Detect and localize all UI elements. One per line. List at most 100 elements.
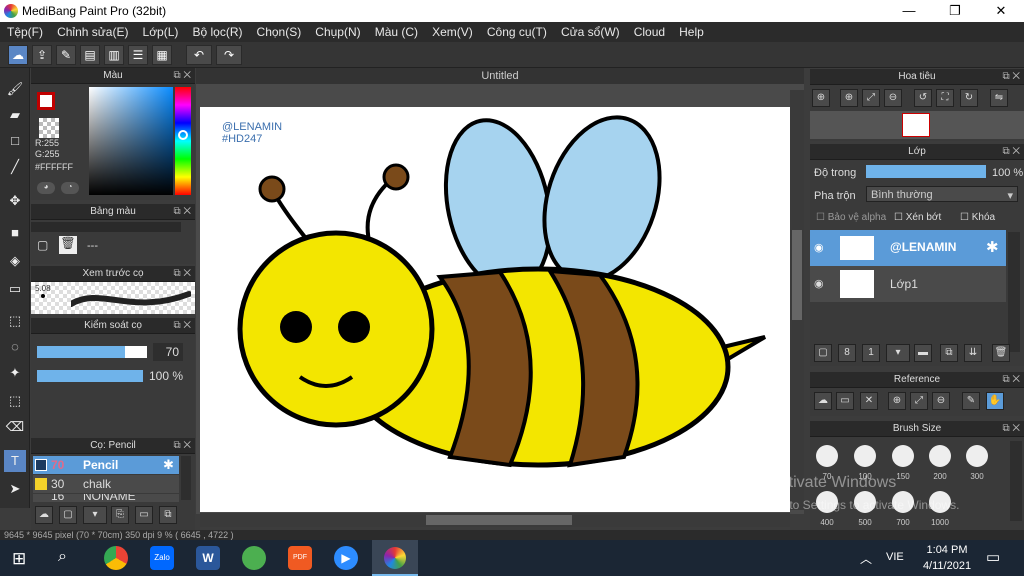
- panel-controls-icon[interactable]: ⧉ ✕: [1002, 69, 1020, 85]
- horizontal-scrollbar[interactable]: [200, 513, 790, 527]
- menu-select[interactable]: Chọn(S): [250, 22, 302, 39]
- duplicate-layer-icon[interactable]: ⧉: [940, 344, 958, 362]
- panel-controls-icon[interactable]: ⧉ ✕: [173, 266, 191, 282]
- brush-list-scrollbar[interactable]: [181, 456, 191, 500]
- panel-controls-icon[interactable]: ⧉ ✕: [173, 318, 191, 334]
- new-layer-icon[interactable]: ▢: [814, 344, 832, 362]
- panel-controls-icon[interactable]: ⧉ ✕: [173, 438, 191, 454]
- menu-view[interactable]: Xem(V): [425, 22, 473, 39]
- size-value[interactable]: 70: [153, 343, 183, 361]
- line-tool-icon[interactable]: ╱: [4, 156, 26, 178]
- brush-item-chalk[interactable]: 30 chalk: [33, 475, 179, 493]
- upload-icon[interactable]: ⇪: [32, 45, 52, 65]
- document-tab[interactable]: Untitled: [196, 68, 804, 85]
- size-slider[interactable]: [37, 346, 147, 358]
- lasso-tool-icon[interactable]: ◌: [4, 336, 26, 358]
- rect-tool-icon[interactable]: □: [4, 130, 26, 152]
- ref-zoom-out-icon[interactable]: ⊖: [932, 392, 950, 410]
- pdf-icon[interactable]: PDF: [288, 546, 312, 570]
- maximize-button[interactable]: ❐: [932, 0, 978, 22]
- menu-color[interactable]: Màu (C): [368, 22, 418, 39]
- panel-controls-icon[interactable]: ⧉ ✕: [1002, 372, 1020, 388]
- rotate-right-icon[interactable]: ↻: [960, 89, 978, 107]
- panel-controls-icon[interactable]: ⧉ ✕: [173, 204, 191, 220]
- hue-slider[interactable]: [175, 87, 191, 195]
- comment-icon[interactable]: ✎: [56, 45, 76, 65]
- flip-icon[interactable]: ⇋: [990, 89, 1008, 107]
- zoom-in-icon[interactable]: ⊕: [840, 89, 858, 107]
- list-icon[interactable]: ☰: [128, 45, 148, 65]
- protect-alpha-checkbox[interactable]: ☐ Bảo vệ alpha: [816, 212, 886, 223]
- merge-layer-icon[interactable]: ⇊: [964, 344, 982, 362]
- brush-tool-icon[interactable]: 🖌: [4, 78, 26, 100]
- operation-tool-icon[interactable]: ➤: [4, 478, 26, 500]
- cloud-icon[interactable]: ☁: [8, 45, 28, 65]
- grid-icon[interactable]: ▦: [152, 45, 172, 65]
- layer-folder-icon[interactable]: ▬: [914, 344, 932, 362]
- undo-icon[interactable]: ↶: [186, 45, 212, 65]
- brush-settings-gear-icon[interactable]: ✱: [163, 457, 174, 473]
- navigator-preview[interactable]: [810, 111, 1024, 139]
- panel-controls-icon[interactable]: ⧉ ✕: [1002, 144, 1020, 160]
- menu-file[interactable]: Tệp(F): [0, 22, 43, 39]
- windows-start-icon[interactable]: ⊞: [12, 549, 26, 569]
- visibility-eye-icon[interactable]: ◉: [814, 277, 824, 290]
- brush-size-preset[interactable]: [892, 445, 914, 467]
- layer-scrollbar[interactable]: [1008, 232, 1020, 352]
- redo-icon[interactable]: ↷: [216, 45, 242, 65]
- layer-opacity-slider[interactable]: [866, 165, 986, 178]
- cloud-reference-icon[interactable]: ☁: [814, 392, 832, 410]
- zoom-meeting-icon[interactable]: ▶: [334, 546, 358, 570]
- palette-scrollbar[interactable]: [31, 222, 181, 232]
- menu-tools[interactable]: Công cụ(T): [480, 22, 547, 39]
- layer-row[interactable]: ◉ Lớp1: [810, 266, 1006, 302]
- brush-size-preset[interactable]: [929, 445, 951, 467]
- brush-size-preset[interactable]: [854, 445, 876, 467]
- layer-settings-gear-icon[interactable]: ✱: [986, 238, 999, 256]
- menu-help[interactable]: Help: [672, 22, 704, 39]
- hand-icon[interactable]: ✋: [986, 392, 1004, 410]
- rotate-left-icon[interactable]: ↺: [914, 89, 932, 107]
- select-tool-icon[interactable]: ⬚: [4, 310, 26, 332]
- saturation-picker[interactable]: [89, 87, 173, 195]
- brush-item-noname[interactable]: 16 NONAME: [33, 494, 179, 502]
- add-layer-menu-icon[interactable]: ▾: [886, 344, 910, 362]
- menu-edit[interactable]: Chỉnh sửa(E): [50, 22, 128, 39]
- layer-row-selected[interactable]: ◉ @LENAMIN ✱: [810, 230, 1006, 266]
- menu-capture[interactable]: Chụp(N): [308, 22, 360, 39]
- gradient-tool-icon[interactable]: ▭: [4, 278, 26, 300]
- brush-size-preset[interactable]: [816, 445, 838, 467]
- brush-size-scrollbar[interactable]: [1010, 441, 1022, 521]
- bucket-tool-icon[interactable]: ◈: [4, 250, 26, 272]
- fill-rect-tool-icon[interactable]: ■: [4, 222, 26, 244]
- new-8bit-layer-icon[interactable]: 8: [838, 344, 856, 362]
- brush-size-preset[interactable]: [966, 445, 988, 467]
- panel-controls-icon[interactable]: ⧉ ✕: [1002, 421, 1020, 437]
- duplicate-icon[interactable]: ⧉: [159, 506, 177, 524]
- delete-palette-icon[interactable]: 🗑: [59, 236, 77, 254]
- zoom-out-icon[interactable]: ⊖: [884, 89, 902, 107]
- close-button[interactable]: ✕: [978, 0, 1024, 22]
- move-tool-icon[interactable]: ✥: [4, 190, 26, 212]
- hue-handle[interactable]: [178, 130, 188, 140]
- eyedropper-icon[interactable]: ◔: [61, 182, 79, 194]
- zalo-icon[interactable]: Zalo: [150, 546, 174, 570]
- text-tool-icon[interactable]: T: [4, 450, 26, 472]
- delete-layer-icon[interactable]: 🗑: [992, 344, 1010, 362]
- open-folder-icon[interactable]: ▭: [836, 392, 854, 410]
- minimize-button[interactable]: —: [886, 0, 932, 22]
- menu-window[interactable]: Cửa sổ(W): [554, 22, 620, 39]
- new-brush-icon[interactable]: ▢: [59, 506, 77, 524]
- visibility-eye-icon[interactable]: ◉: [814, 241, 824, 254]
- notification-icon[interactable]: ▭: [986, 548, 1000, 566]
- menu-layer[interactable]: Lớp(L): [136, 22, 179, 39]
- close-reference-icon[interactable]: ✕: [860, 392, 878, 410]
- language-indicator[interactable]: VIE: [886, 551, 904, 563]
- document-canvas[interactable]: @LENAMIN #HD247: [200, 107, 790, 512]
- fit-window-icon[interactable]: ⤢: [862, 89, 880, 107]
- select-eraser-icon[interactable]: ⌫: [4, 416, 26, 438]
- vertical-scrollbar[interactable]: [790, 90, 804, 510]
- chevron-up-icon[interactable]: ︿: [860, 550, 872, 567]
- clip-checkbox[interactable]: ☐ Xén bớt: [894, 212, 941, 223]
- word-icon[interactable]: W: [196, 546, 220, 570]
